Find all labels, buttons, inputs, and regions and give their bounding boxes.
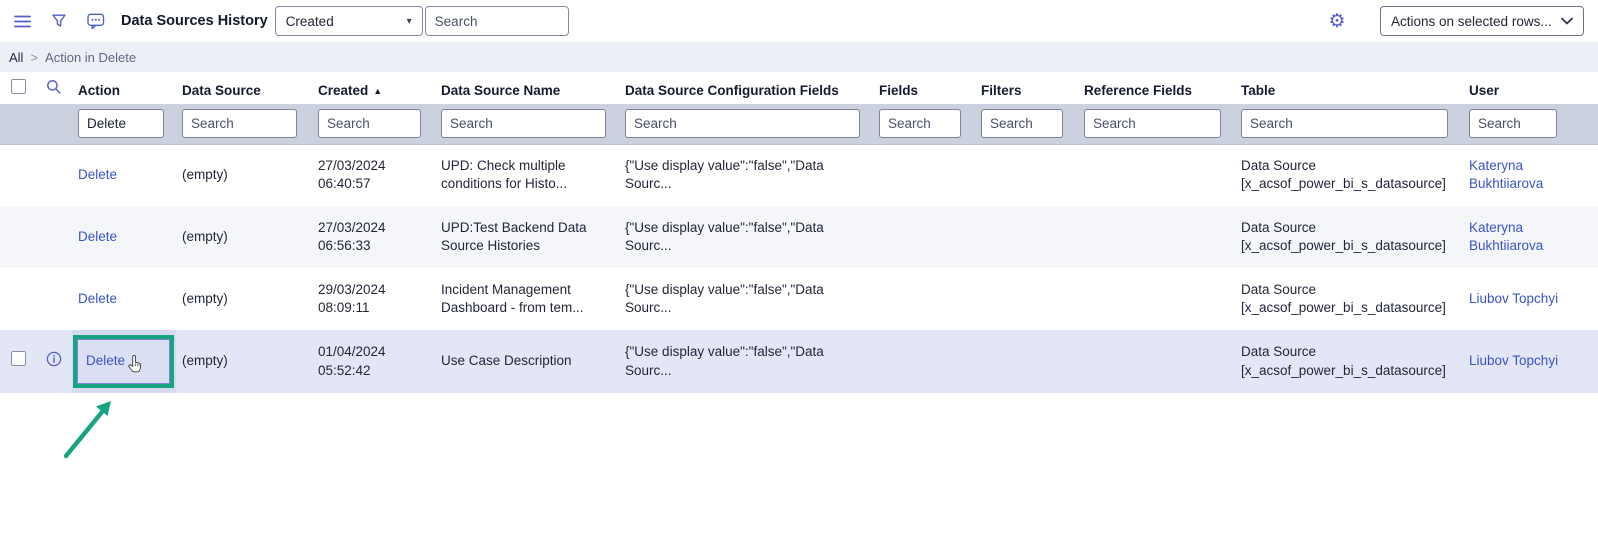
table-row: Delete (empty) 29/03/2024 08:09:11 Incid… [0,268,1598,330]
cell-reference-fields [1078,268,1235,330]
search-column-selected: Created [286,14,334,29]
cell-data-source-name: UPD:Test Backend Data Source Histories [435,206,619,268]
filter-input-data-source[interactable] [182,109,297,138]
action-column-highlight: Delete [72,330,176,393]
cell-created: 29/03/2024 08:09:11 [312,268,435,330]
actions-dropdown-label: Actions on selected rows... [1391,14,1552,29]
filter-input-action[interactable] [78,109,164,138]
table-row: Delete (empty) 27/03/2024 06:56:33 UPD:T… [0,206,1598,268]
user-link[interactable]: Kateryna Bukhtiiarova [1469,158,1543,191]
chevron-down-icon [1561,17,1573,25]
action-delete-link[interactable]: Delete [78,291,117,306]
cell-config-fields: {"Use display value":"false","Data Sourc… [619,144,873,206]
page-title: Data Sources History [121,13,268,29]
cell-filters [975,330,1078,393]
user-link[interactable]: Liubov Topchyi [1469,353,1558,368]
filter-row [0,104,1598,144]
col-header-fields[interactable]: Fields [873,72,975,104]
search-icon[interactable] [46,79,62,95]
sort-asc-icon: ▲ [373,86,382,96]
header-row: Action Data Source Created▲ Data Source … [0,72,1598,104]
cell-filters [975,144,1078,206]
cell-data-source-name: UPD: Check multiple conditions for Histo… [435,144,619,206]
cell-reference-fields [1078,330,1235,393]
cell-data-source-name: Use Case Description [435,330,619,393]
cell-user: Kateryna Bukhtiiarova [1463,144,1598,206]
cell-user: Liubov Topchyi [1463,268,1598,330]
cell-user: Kateryna Bukhtiiarova [1463,206,1598,268]
row-checkbox[interactable] [11,351,26,366]
gear-icon[interactable]: ⚙ [1323,7,1351,35]
filter-input-user[interactable] [1469,109,1557,138]
table-row-highlighted: Delete (empty) 01/04/2024 05:52:42 Use C… [0,330,1598,393]
select-all-checkbox[interactable] [11,79,26,94]
user-link[interactable]: Kateryna Bukhtiiarova [1469,220,1543,253]
action-delete-link-target[interactable]: Delete [86,352,125,370]
menu-icon[interactable] [8,7,36,35]
annotation-arrow [52,392,128,466]
cell-fields [873,206,975,268]
cell-data-source: (empty) [176,268,312,330]
filter-input-filters[interactable] [981,109,1063,138]
data-sources-history-table: Action Data Source Created▲ Data Source … [0,72,1598,393]
cell-table: Data Source [x_acsof_power_bi_s_datasour… [1235,330,1463,393]
cell-config-fields: {"Use display value":"false","Data Sourc… [619,330,873,393]
cell-table: Data Source [x_acsof_power_bi_s_datasour… [1235,268,1463,330]
cell-filters [975,206,1078,268]
cell-data-source: (empty) [176,144,312,206]
breadcrumb-separator: > [30,50,38,65]
delete-button-highlight: Delete [73,335,174,388]
cell-data-source: (empty) [176,206,312,268]
cell-created: 27/03/2024 06:40:57 [312,144,435,206]
action-delete-link[interactable]: Delete [78,229,117,244]
info-icon[interactable] [46,351,62,367]
cell-fields [873,330,975,393]
filter-input-created[interactable] [318,109,421,138]
table-row: Delete (empty) 27/03/2024 06:40:57 UPD: … [0,144,1598,206]
chevron-down-icon: ▾ [407,16,412,27]
filter-input-table[interactable] [1241,109,1448,138]
col-header-table[interactable]: Table [1235,72,1463,104]
breadcrumb-current[interactable]: Action in Delete [45,50,136,65]
filter-input-fields[interactable] [879,109,961,138]
col-header-reference-fields[interactable]: Reference Fields [1078,72,1235,104]
cell-user: Liubov Topchyi [1463,330,1598,393]
col-header-data-source[interactable]: Data Source [176,72,312,104]
cell-created: 27/03/2024 06:56:33 [312,206,435,268]
action-delete-link[interactable]: Delete [78,167,117,182]
filter-input-reference-fields[interactable] [1084,109,1221,138]
cell-table: Data Source [x_acsof_power_bi_s_datasour… [1235,144,1463,206]
cell-data-source-name: Incident Management Dashboard - from tem… [435,268,619,330]
chat-icon[interactable] [82,7,110,35]
col-header-action[interactable]: Action [72,72,176,104]
topbar: Data Sources History Created ▾ ⚙ Actions… [0,0,1598,42]
cell-data-source: (empty) [176,330,312,393]
col-header-user[interactable]: User [1463,72,1598,104]
list-search-input[interactable] [425,6,569,36]
filter-input-data-source-name[interactable] [441,109,606,138]
cell-reference-fields [1078,144,1235,206]
cell-config-fields: {"Use display value":"false","Data Sourc… [619,206,873,268]
user-link[interactable]: Liubov Topchyi [1469,291,1558,306]
cursor-icon [128,355,143,374]
breadcrumb: All > Action in Delete [0,42,1598,72]
filter-input-config-fields[interactable] [625,109,860,138]
cell-filters [975,268,1078,330]
cell-created: 01/04/2024 05:52:42 [312,330,435,393]
search-column-select[interactable]: Created ▾ [275,6,423,36]
col-header-created[interactable]: Created▲ [312,72,435,104]
col-header-config-fields[interactable]: Data Source Configuration Fields [619,72,873,104]
col-header-filters[interactable]: Filters [975,72,1078,104]
cell-config-fields: {"Use display value":"false","Data Sourc… [619,268,873,330]
cell-fields [873,144,975,206]
filter-icon[interactable] [45,7,73,35]
cell-fields [873,268,975,330]
col-header-data-source-name[interactable]: Data Source Name [435,72,619,104]
cell-table: Data Source [x_acsof_power_bi_s_datasour… [1235,206,1463,268]
cell-reference-fields [1078,206,1235,268]
actions-dropdown[interactable]: Actions on selected rows... [1380,6,1584,36]
breadcrumb-all[interactable]: All [9,50,23,65]
